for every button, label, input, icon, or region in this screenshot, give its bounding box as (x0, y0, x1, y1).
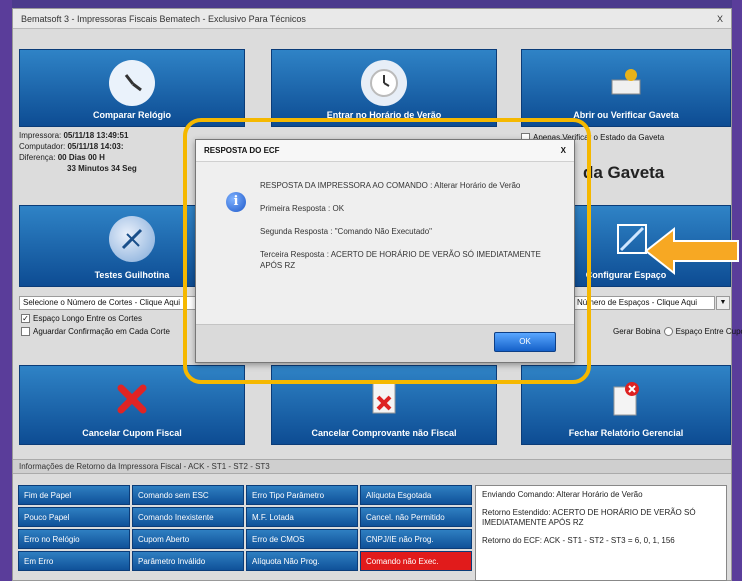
wait-confirm-option[interactable]: Aguardar Confirmação em Cada Corte (21, 327, 170, 336)
status-flags-grid: Fim de Papel Comando sem ESC Erro Tipo P… (18, 485, 472, 571)
red-x-icon (109, 376, 155, 422)
status-flag-active: Comando não Exec. (360, 551, 472, 571)
title-bar: Bematsoft 3 - Impressoras Fiscais Bemate… (13, 9, 731, 29)
cancel-fiscal-coupon-label: Cancelar Cupom Fiscal (82, 428, 182, 438)
clock-hands-icon (109, 60, 155, 106)
log-line: Retorno do ECF: ACK - ST1 - ST2 - ST3 = … (482, 536, 675, 545)
status-flag: Parâmetro Inválido (132, 551, 244, 571)
cash-drawer-button[interactable]: Abrir ou Verificar Gaveta (521, 49, 731, 127)
command-log: Enviando Comando: Alterar Horário de Ver… (475, 485, 727, 581)
difference-hours: 00 H (87, 153, 105, 162)
chevron-down-icon[interactable]: ▼ (716, 296, 730, 310)
computer-time-value: 05/11/18 14:03: (67, 142, 124, 151)
difference-minutes: 33 Minutos (67, 164, 109, 173)
status-flag: Alíquota Não Prog. (246, 551, 358, 571)
long-space-option[interactable]: ✓ Espaço Longo Entre os Cortes (21, 314, 142, 323)
pointer-arrow-icon (644, 226, 739, 276)
close-icon[interactable]: X (717, 14, 723, 24)
difference-seconds: 34 Seg (111, 164, 137, 173)
status-flag: Erro de CMOS (246, 529, 358, 549)
long-space-checkbox[interactable]: ✓ (21, 314, 30, 323)
status-flag: Comando sem ESC (132, 485, 244, 505)
close-report-label: Fechar Relatório Gerencial (568, 428, 684, 438)
cutter-icon (109, 216, 155, 262)
computer-time-label: Computador: (19, 142, 66, 151)
highlight-frame (183, 118, 591, 384)
printer-time-value: 05/11/18 13:49:51 (63, 131, 129, 140)
long-space-label: Espaço Longo Entre os Cortes (33, 314, 142, 323)
spacing-select-value: Número de Espaços - Clique Aqui (577, 298, 698, 307)
status-flag: Alíquota Esgotada (360, 485, 472, 505)
right-frame (732, 0, 742, 581)
report-close-icon (603, 376, 649, 422)
status-flag: Cupom Aberto (132, 529, 244, 549)
cash-drawer-icon (603, 60, 649, 106)
compare-clock-button[interactable]: Comparar Relógio (19, 49, 245, 127)
status-flag: Erro Tipo Parâmetro (246, 485, 358, 505)
cuts-select[interactable]: Selecione o Número de Cortes - Clique Aq… (19, 296, 197, 310)
spacing-select[interactable]: Número de Espaços - Clique Aqui (573, 296, 715, 310)
status-flag: M.F. Lotada (246, 507, 358, 527)
cancel-non-fiscal-label: Cancelar Comprovante não Fiscal (311, 428, 457, 438)
clock-info: Impressora: 05/11/18 13:49:51 Computador… (19, 130, 199, 174)
daylight-saving-button[interactable]: Entrar no Horário de Verão (271, 49, 497, 127)
log-line: Retorno Estendido: ACERTO DE HORÁRIO DE … (482, 508, 696, 527)
status-flag: Fim de Papel (18, 485, 130, 505)
printer-time-label: Impressora: (19, 131, 62, 140)
drawer-status-text: da Gaveta (583, 163, 665, 182)
difference-label: Diferença: (19, 153, 56, 162)
left-frame (0, 0, 12, 581)
status-flag: Em Erro (18, 551, 130, 571)
status-flag: CNPJ/IE não Prog. (360, 529, 472, 549)
difference-days: 00 Dias (57, 153, 86, 162)
window-title: Bematsoft 3 - Impressoras Fiscais Bemate… (21, 13, 306, 24)
spacing-between-coupons-option[interactable]: Gerar Bobina Espaço Entre Cupons (613, 327, 742, 336)
spacing-between-coupons-label: Espaço Entre Cupons (675, 327, 742, 336)
log-line: Enviando Comando: Alterar Horário de Ver… (482, 490, 643, 499)
status-flag: Cancel. não Permitido (360, 507, 472, 527)
spacing-option-label: Gerar Bobina (613, 327, 661, 336)
status-flag: Comando Inexistente (132, 507, 244, 527)
wait-confirm-checkbox[interactable] (21, 327, 30, 336)
wait-confirm-label: Aguardar Confirmação em Cada Corte (33, 327, 170, 336)
status-flag: Erro no Relógio (18, 529, 130, 549)
spacing-radio[interactable] (663, 327, 673, 336)
status-section-title: Informações de Retorno da Impressora Fis… (13, 459, 731, 474)
status-flag: Pouco Papel (18, 507, 130, 527)
clock-icon (361, 60, 407, 106)
